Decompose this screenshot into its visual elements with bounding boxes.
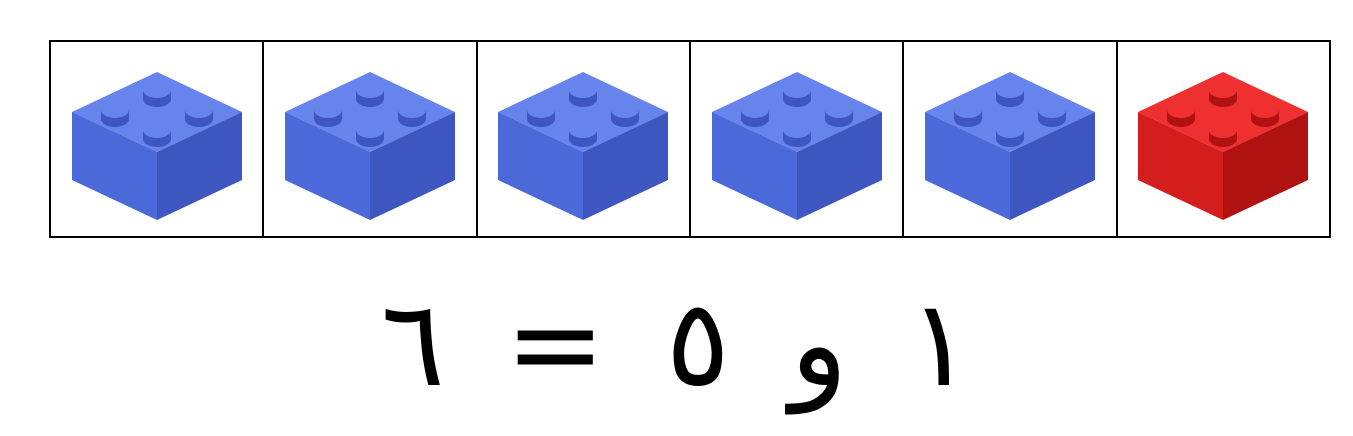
- brick-stud-top: [782, 122, 811, 138]
- brick-stud-top: [355, 82, 384, 98]
- lego-brick-2x2-icon: [711, 72, 882, 220]
- brick-stud-top: [397, 102, 426, 118]
- brick-stud-top: [1251, 102, 1280, 118]
- brick-cell: [51, 42, 265, 236]
- brick-stud-top: [824, 102, 853, 118]
- brick-stud-top: [313, 102, 342, 118]
- lego-brick-2x2-icon: [924, 72, 1095, 220]
- brick-cell: [1117, 42, 1329, 236]
- brick-stud-top: [995, 122, 1024, 138]
- equation: ١ و ٥ = ٦: [0, 270, 1353, 420]
- lego-brick-2x2-icon: [1138, 72, 1309, 220]
- brick-stud-top: [740, 102, 769, 118]
- brick-stud-top: [142, 122, 171, 138]
- brick-cell: [690, 42, 905, 236]
- brick-stud-top: [1209, 122, 1238, 138]
- brick-stud-top: [611, 102, 640, 118]
- brick-row: [49, 40, 1331, 238]
- equation-equals-sign: =: [505, 275, 606, 414]
- brick-stud-top: [995, 82, 1024, 98]
- brick-cell: [904, 42, 1118, 236]
- brick-stud-top: [1037, 102, 1066, 118]
- lego-brick-2x2-icon: [498, 72, 669, 220]
- brick-stud-top: [1167, 102, 1196, 118]
- lego-brick-2x2-icon: [284, 72, 455, 220]
- equation-result: ٦: [380, 275, 446, 414]
- brick-cell: [477, 42, 691, 236]
- brick-stud-top: [1209, 82, 1238, 98]
- brick-cell: [264, 42, 478, 236]
- equation-second-number: ٥: [665, 275, 731, 414]
- brick-stud-top: [569, 122, 598, 138]
- brick-stud-top: [527, 102, 556, 118]
- brick-stud-top: [355, 122, 384, 138]
- lego-brick-2x2-icon: [71, 72, 242, 220]
- brick-stud-top: [782, 82, 811, 98]
- brick-stud-top: [100, 102, 129, 118]
- brick-stud-top: [953, 102, 982, 118]
- brick-stud-top: [142, 82, 171, 98]
- equation-first-number: ١: [907, 275, 973, 414]
- brick-stud-top: [569, 82, 598, 98]
- equation-and-word: و: [790, 275, 848, 414]
- brick-stud-top: [184, 102, 213, 118]
